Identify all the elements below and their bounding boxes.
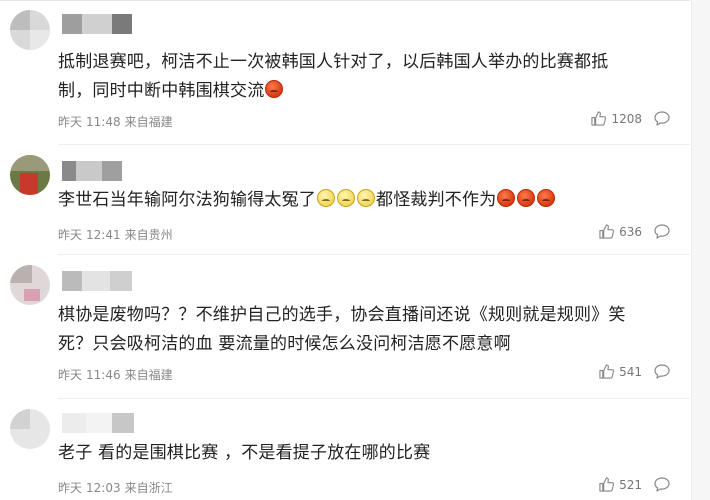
- comment-line: 李世石当年输阿尔法狗输得太冤了 都怪裁判不作为: [58, 186, 678, 215]
- comment-date: 昨天: [58, 368, 83, 382]
- comment-bubble-icon: [654, 111, 670, 126]
- comment-line: 老子 看的是围棋比赛 ，不是看提子放在哪的比赛: [58, 439, 678, 468]
- comment-text: 老子 看的是围棋比赛 ，不是看提子放在哪的比赛: [58, 439, 678, 468]
- comment-time: 12:41: [86, 228, 121, 242]
- comment-text-run: 棋协是废物吗？？不维护自己的选手，协会直播间还说《规则就是规则》笑: [58, 305, 626, 325]
- comment-text-run: 李世石当年输阿尔法狗输得太冤了: [58, 190, 316, 210]
- comment-line: 死？只会吸柯洁的血 要流量的时候怎么没问柯洁愿不愿意啊: [58, 330, 678, 359]
- comment-location: 来自贵州: [124, 228, 173, 242]
- username-blurred[interactable]: [62, 14, 132, 34]
- comment-item: 老子 看的是围棋比赛 ，不是看提子放在哪的比赛 昨天 12:03 来自浙江 521: [0, 399, 690, 500]
- avatar[interactable]: [10, 10, 50, 50]
- comment-bubble-icon: [654, 224, 670, 239]
- comment-text-run: 老子 看的是围棋比赛 ，不是看提子放在哪的比赛: [58, 443, 431, 463]
- thumbs-up-icon: [599, 364, 615, 379]
- comment-date: 昨天: [58, 228, 83, 242]
- like-count: 541: [619, 364, 642, 379]
- comment-actions: 1208: [591, 111, 670, 126]
- comment-item: 抵制退赛吧，柯洁不止一次被韩国人针对了，以后韩国人举办的比赛都抵 制，同时中断中韩…: [0, 0, 690, 145]
- comment-text: 棋协是废物吗？？不维护自己的选手，协会直播间还说《规则就是规则》笑 死？只会吸柯洁…: [58, 301, 678, 359]
- like-button[interactable]: 1208: [591, 111, 642, 126]
- comment-meta: 昨天 11:48 来自福建: [58, 113, 177, 130]
- comment-line: 抵制退赛吧，柯洁不止一次被韩国人针对了，以后韩国人举办的比赛都抵: [58, 48, 678, 77]
- comment-bubble-icon: [654, 477, 670, 492]
- comment-date: 昨天: [58, 115, 83, 129]
- like-count: 636: [619, 224, 642, 239]
- thumbs-up-icon: [599, 477, 615, 492]
- comment-actions: 521: [599, 477, 670, 492]
- scrollbar[interactable]: [691, 0, 710, 500]
- reply-button[interactable]: [654, 111, 670, 126]
- username-blurred[interactable]: [62, 271, 132, 291]
- comment-line: 棋协是废物吗？？不维护自己的选手，协会直播间还说《规则就是规则》笑: [58, 301, 678, 330]
- comment-text-run: 死？只会吸柯洁的血 要流量的时候怎么没问柯洁愿不愿意啊: [58, 334, 511, 354]
- like-button[interactable]: 636: [599, 224, 642, 239]
- comment-meta: 昨天 11:46 来自福建: [58, 366, 177, 383]
- avatar[interactable]: [10, 265, 50, 305]
- comment-text: 抵制退赛吧，柯洁不止一次被韩国人针对了，以后韩国人举办的比赛都抵 制，同时中断中韩…: [58, 48, 678, 106]
- comment-location: 来自福建: [124, 115, 173, 129]
- avatar[interactable]: [10, 155, 50, 195]
- comment-bubble-icon: [654, 364, 670, 379]
- comment-time: 12:03: [86, 481, 121, 495]
- thumbs-up-icon: [599, 224, 615, 239]
- sad-emoji-icon: [317, 189, 335, 207]
- thumbs-up-icon: [591, 111, 607, 126]
- comment-line: 制，同时中断中韩围棋交流: [58, 77, 678, 106]
- sad-emoji-icon: [337, 189, 355, 207]
- comment-actions: 541: [599, 364, 670, 379]
- comment-time: 11:48: [86, 115, 121, 129]
- comment-time: 11:46: [86, 368, 121, 382]
- like-button[interactable]: 541: [599, 364, 642, 379]
- avatar[interactable]: [10, 409, 50, 449]
- comment-text-run: 抵制退赛吧，柯洁不止一次被韩国人针对了，以后韩国人举办的比赛都抵: [58, 52, 609, 72]
- angry-emoji-icon: [497, 189, 516, 207]
- comment-text-run: 制，同时中断中韩围棋交流: [58, 81, 265, 101]
- comment-meta: 昨天 12:03 来自浙江: [58, 479, 177, 496]
- angry-emoji-icon: [265, 80, 284, 98]
- sad-emoji-icon: [357, 189, 375, 207]
- like-count: 1208: [611, 111, 642, 126]
- comment-item: 棋协是废物吗？？不维护自己的选手，协会直播间还说《规则就是规则》笑 死？只会吸柯洁…: [0, 255, 690, 399]
- comment-date: 昨天: [58, 481, 83, 495]
- comment-location: 来自浙江: [124, 481, 173, 495]
- comment-meta: 昨天 12:41 来自贵州: [58, 226, 177, 243]
- reply-button[interactable]: [654, 477, 670, 492]
- angry-emoji-icon: [537, 189, 556, 207]
- comment-location: 来自福建: [124, 368, 173, 382]
- comment-text: 李世石当年输阿尔法狗输得太冤了 都怪裁判不作为: [58, 186, 678, 215]
- comment-text-run: 都怪裁判不作为: [376, 190, 497, 210]
- comment-actions: 636: [599, 224, 670, 239]
- like-count: 521: [619, 477, 642, 492]
- comment-item: 李世石当年输阿尔法狗输得太冤了 都怪裁判不作为 昨天 12:41 来自贵州 636: [0, 145, 690, 255]
- like-button[interactable]: 521: [599, 477, 642, 492]
- reply-button[interactable]: [654, 224, 670, 239]
- reply-button[interactable]: [654, 364, 670, 379]
- username-blurred[interactable]: [62, 413, 134, 433]
- username-blurred[interactable]: [62, 161, 122, 181]
- angry-emoji-icon: [517, 189, 536, 207]
